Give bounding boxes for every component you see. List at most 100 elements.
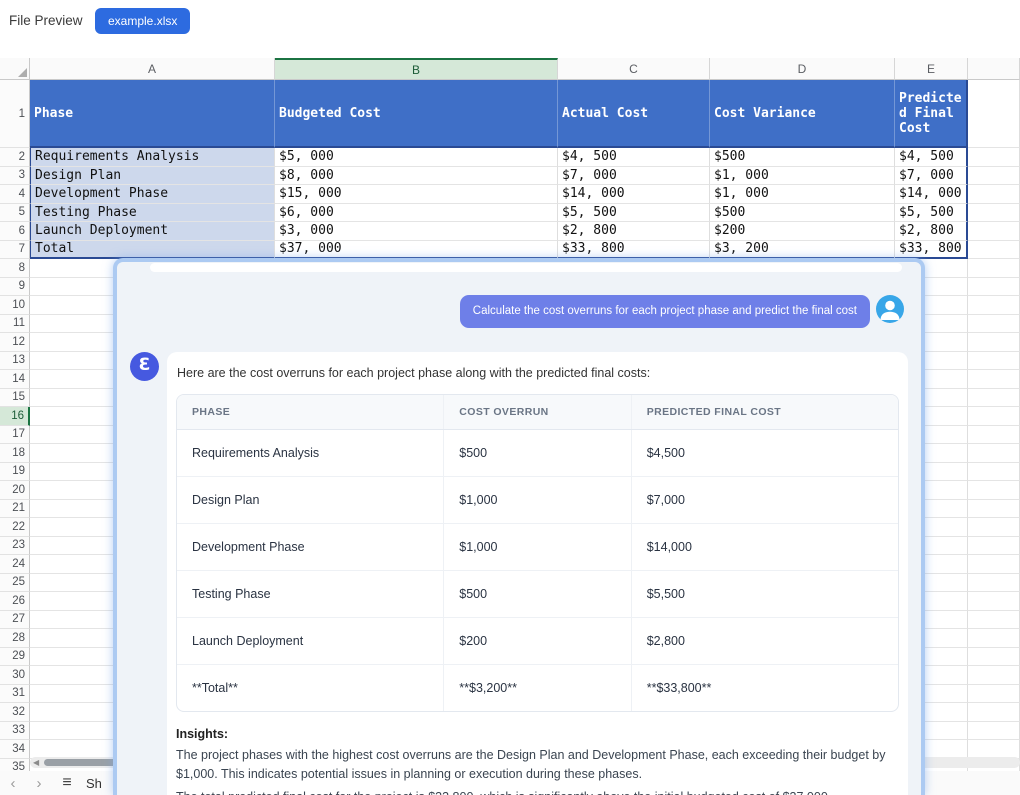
row-header-22[interactable]: 22 xyxy=(0,518,30,537)
row-header-32[interactable]: 32 xyxy=(0,703,30,722)
cell[interactable] xyxy=(968,241,1020,260)
cell[interactable] xyxy=(968,722,1020,741)
cell[interactable] xyxy=(968,389,1020,408)
row-header-28[interactable]: 28 xyxy=(0,629,30,648)
cell[interactable]: Testing Phase xyxy=(30,204,275,223)
row-header-21[interactable]: 21 xyxy=(0,500,30,519)
cell[interactable]: Requirements Analysis xyxy=(30,148,275,167)
row-header-17[interactable]: 17 xyxy=(0,426,30,445)
cell[interactable] xyxy=(968,426,1020,445)
cell[interactable] xyxy=(968,167,1020,186)
next-sheet-icon[interactable]: › xyxy=(26,775,52,792)
cell[interactable]: $2, 800 xyxy=(895,222,968,241)
cell[interactable]: $3, 000 xyxy=(275,222,558,241)
cell[interactable] xyxy=(968,648,1020,667)
cell[interactable] xyxy=(968,537,1020,556)
cell[interactable]: $37, 000 xyxy=(275,241,558,260)
row-header-8[interactable]: 8 xyxy=(0,259,30,278)
cell[interactable] xyxy=(968,278,1020,297)
row-header-20[interactable]: 20 xyxy=(0,481,30,500)
row-header-25[interactable]: 25 xyxy=(0,574,30,593)
row-header-33[interactable]: 33 xyxy=(0,722,30,741)
row-header-12[interactable]: 12 xyxy=(0,333,30,352)
row-header-14[interactable]: 14 xyxy=(0,370,30,389)
row-header-15[interactable]: 15 xyxy=(0,389,30,408)
cell[interactable]: $500 xyxy=(710,148,895,167)
cell[interactable] xyxy=(968,407,1020,426)
cell[interactable] xyxy=(968,296,1020,315)
cell[interactable] xyxy=(968,666,1020,685)
row-header-2[interactable]: 2 xyxy=(0,148,30,167)
sheet-menu-icon[interactable]: ≡ xyxy=(52,774,82,792)
cell[interactable] xyxy=(968,370,1020,389)
cell[interactable] xyxy=(968,80,1020,148)
cell[interactable]: $500 xyxy=(710,204,895,223)
column-header-D[interactable]: D xyxy=(710,58,895,80)
cell[interactable]: Design Plan xyxy=(30,167,275,186)
cell[interactable]: $5, 500 xyxy=(558,204,710,223)
file-tab-example-xlsx[interactable]: example.xlsx xyxy=(95,8,190,34)
sheet-tab[interactable]: Sh xyxy=(86,776,102,791)
cell[interactable]: Actual Cost xyxy=(558,80,710,148)
cell[interactable]: $4, 500 xyxy=(895,148,968,167)
cell[interactable] xyxy=(968,500,1020,519)
cell[interactable]: $15, 000 xyxy=(275,185,558,204)
row-header-18[interactable]: 18 xyxy=(0,444,30,463)
row-header-23[interactable]: 23 xyxy=(0,537,30,556)
cell[interactable]: $5, 500 xyxy=(895,204,968,223)
cell[interactable]: $6, 000 xyxy=(275,204,558,223)
row-header-10[interactable]: 10 xyxy=(0,296,30,315)
row-header-16[interactable]: 16 xyxy=(0,407,30,426)
cell[interactable] xyxy=(968,685,1020,704)
cell[interactable]: $14, 000 xyxy=(895,185,968,204)
row-header-7[interactable]: 7 xyxy=(0,241,30,260)
select-all-corner[interactable] xyxy=(0,58,30,80)
cell[interactable]: $7, 000 xyxy=(558,167,710,186)
column-header-C[interactable]: C xyxy=(558,58,710,80)
row-header-26[interactable]: 26 xyxy=(0,592,30,611)
cell[interactable]: $8, 000 xyxy=(275,167,558,186)
cell[interactable] xyxy=(968,222,1020,241)
cell[interactable]: $14, 000 xyxy=(558,185,710,204)
cell[interactable] xyxy=(968,204,1020,223)
column-header-B[interactable]: B xyxy=(275,58,558,80)
row-header-31[interactable]: 31 xyxy=(0,685,30,704)
cell[interactable]: $5, 000 xyxy=(275,148,558,167)
row-header-24[interactable]: 24 xyxy=(0,555,30,574)
cell[interactable] xyxy=(968,352,1020,371)
row-header-11[interactable]: 11 xyxy=(0,315,30,334)
cell[interactable] xyxy=(968,629,1020,648)
cell[interactable] xyxy=(968,333,1020,352)
cell[interactable]: $33, 800 xyxy=(558,241,710,260)
cell[interactable]: Budgeted Cost xyxy=(275,80,558,148)
cell[interactable] xyxy=(968,444,1020,463)
row-header-30[interactable]: 30 xyxy=(0,666,30,685)
column-header-A[interactable]: A xyxy=(30,58,275,80)
cell[interactable] xyxy=(968,185,1020,204)
cell[interactable] xyxy=(968,315,1020,334)
row-header-5[interactable]: 5 xyxy=(0,204,30,223)
prev-sheet-icon[interactable]: ‹ xyxy=(0,775,26,792)
cell[interactable]: Total xyxy=(30,241,275,260)
column-header-E[interactable]: E xyxy=(895,58,968,80)
cell[interactable]: $1, 000 xyxy=(710,185,895,204)
cell[interactable] xyxy=(968,259,1020,278)
row-header-13[interactable]: 13 xyxy=(0,352,30,371)
row-header-4[interactable]: 4 xyxy=(0,185,30,204)
row-header-6[interactable]: 6 xyxy=(0,222,30,241)
row-header-29[interactable]: 29 xyxy=(0,648,30,667)
cell[interactable]: Cost Variance xyxy=(710,80,895,148)
cell[interactable]: $7, 000 xyxy=(895,167,968,186)
cell[interactable]: $3, 200 xyxy=(710,241,895,260)
scroll-left-icon[interactable]: ◀ xyxy=(33,757,39,768)
cell[interactable]: $4, 500 xyxy=(558,148,710,167)
row-header-27[interactable]: 27 xyxy=(0,611,30,630)
cell[interactable]: Development Phase xyxy=(30,185,275,204)
row-header-19[interactable]: 19 xyxy=(0,463,30,482)
cell[interactable]: $33, 800 xyxy=(895,241,968,260)
row-header-3[interactable]: 3 xyxy=(0,167,30,186)
row-header-9[interactable]: 9 xyxy=(0,278,30,297)
cell[interactable]: Predicted Final Cost xyxy=(895,80,968,148)
cell[interactable] xyxy=(968,703,1020,722)
cell[interactable] xyxy=(968,592,1020,611)
